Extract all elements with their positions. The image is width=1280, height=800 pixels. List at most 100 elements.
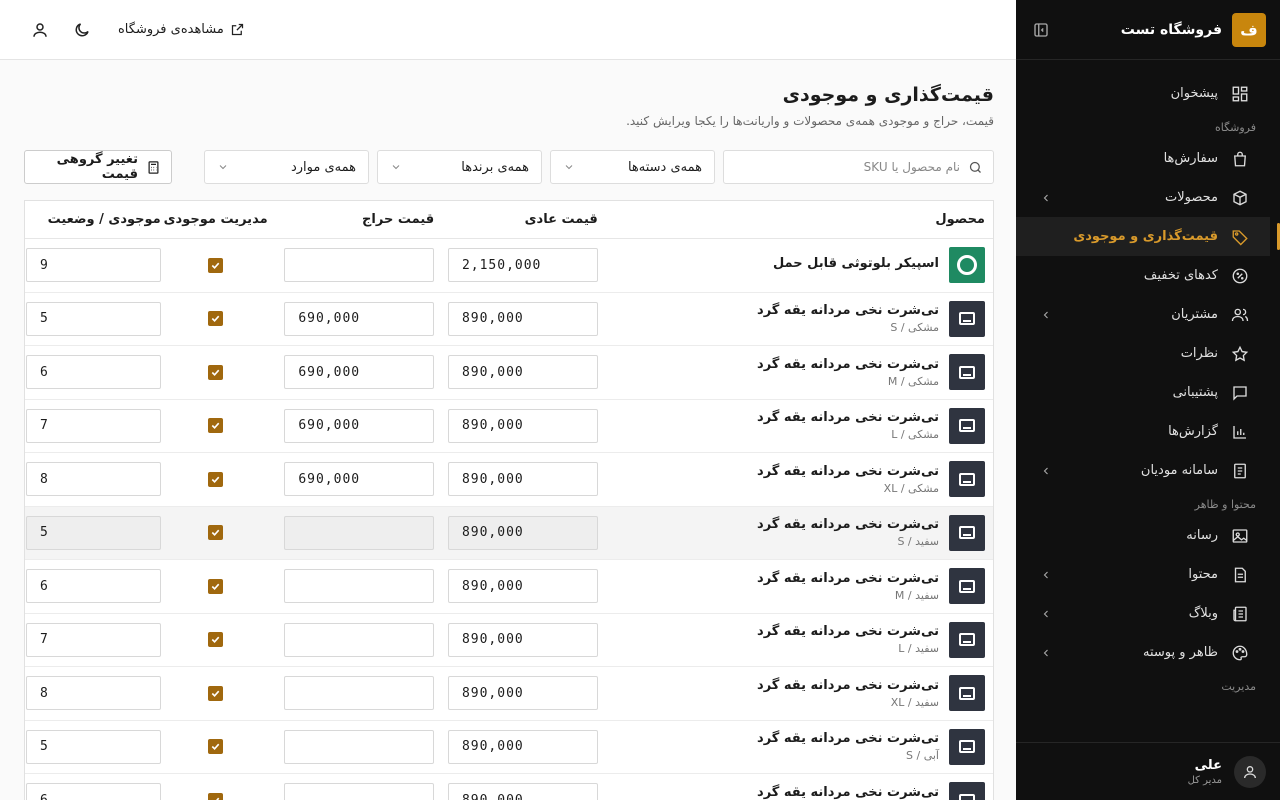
percent-icon [1230,266,1250,286]
brand-select[interactable]: همه‌ی برندها [377,150,542,184]
user-profile[interactable]: علی مدیر کل [1016,742,1280,800]
sale-price-input[interactable]: 690,000 [284,301,435,336]
product-name: تی‌شرت نخی مردانه یقه گرد [757,624,939,640]
sale-price-input[interactable] [284,569,435,604]
category-select[interactable]: همه‌ی دسته‌ها [550,150,715,184]
sidebar-item-products[interactable]: محصولات [1016,178,1270,217]
sidebar-item-orders[interactable]: سفارش‌ها [1016,139,1270,178]
stock-input[interactable]: 8 [25,676,161,711]
sidebar-item-blog[interactable]: وبلاگ [1016,594,1270,633]
product-variant: مشکی / S [890,321,939,335]
sidebar-item-customers[interactable]: مشتریان [1016,295,1270,334]
chevron-down-icon [563,161,575,173]
manage-stock-checkbox[interactable] [208,525,224,541]
stock-input[interactable]: 6 [25,783,161,800]
stock-input[interactable]: 6 [25,355,161,390]
sidebar-item-pricing[interactable]: قیمت‌گذاری و موجودی [1016,217,1280,256]
moon-icon[interactable] [70,18,94,42]
page-subtitle: قیمت، حراج و موجودی همه‌ی محصولات و واری… [626,114,994,128]
sidebar-item-appearance[interactable]: ظاهر و پوسته [1016,633,1270,672]
sidebar-item-support[interactable]: پشتیبانی [1016,373,1270,412]
items-select-value: همه‌ی موارد [290,159,356,175]
product-thumbnail [949,300,985,337]
sale-price-input[interactable] [284,729,435,764]
stock-input[interactable]: 7 [25,622,161,657]
stock-input[interactable]: 5 [25,515,161,550]
manage-stock-checkbox[interactable] [208,418,224,434]
sidebar-item-reports[interactable]: گزارش‌ها [1016,412,1270,451]
header-manage-stock: مدیریت موجودی [163,212,268,227]
user-role: مدیر کل [1187,774,1222,786]
regular-price-input[interactable]: 890,000 [447,569,598,604]
sale-price-input[interactable] [284,248,435,283]
header-regular-price: قیمت عادی [524,212,598,227]
sidebar-label: محتوا [1188,567,1218,582]
manage-stock-checkbox[interactable] [208,792,224,800]
check-icon [212,797,220,800]
regular-price-input[interactable]: 890,000 [447,355,598,390]
manage-stock-checkbox[interactable] [208,364,224,380]
image-icon [1230,526,1250,546]
search-icon [969,161,981,173]
items-select[interactable]: همه‌ی موارد [204,150,369,184]
product-variant: آبی / S [906,749,939,763]
view-store-link[interactable]: مشاهده‌ی فروشگاه [118,22,245,37]
stock-input[interactable]: 5 [25,301,161,336]
regular-price-input[interactable]: 890,000 [447,462,598,497]
collapse-sidebar-icon[interactable] [1030,19,1052,41]
product-name: تی‌شرت نخی مردانه یقه گرد [757,731,939,747]
user-icon[interactable] [28,18,52,42]
product-variant: مشکی / XL [883,481,939,495]
sale-price-input[interactable] [284,515,435,550]
chevron-left-icon [1040,192,1052,204]
product-thumbnail [949,407,985,444]
search-input[interactable]: نام محصول یا SKU [723,150,994,184]
sale-price-input[interactable] [284,783,435,800]
sale-price-input[interactable]: 690,000 [284,408,435,443]
regular-price-input[interactable]: 2,150,000 [447,248,598,283]
manage-stock-checkbox[interactable] [208,578,224,594]
manage-stock-checkbox[interactable] [208,257,224,273]
table-row: اسپیکر بلوتوثی قابل حمل 2,150,000 9 [25,239,993,293]
regular-price-input[interactable]: 890,000 [447,622,598,657]
sale-price-input[interactable]: 690,000 [284,462,435,497]
product-variant: سفید / L [898,642,939,656]
sidebar-item-media[interactable]: رسانه [1016,516,1270,555]
manage-stock-checkbox[interactable] [208,471,224,487]
regular-price-input[interactable]: 890,000 [447,783,598,800]
manage-stock-checkbox[interactable] [208,311,224,327]
product-thumbnail [949,782,985,800]
regular-price-input[interactable]: 890,000 [447,301,598,336]
regular-price-input[interactable]: 890,000 [447,676,598,711]
sale-price-input[interactable] [284,676,435,711]
product-thumbnail [949,514,985,551]
regular-price-input[interactable]: 890,000 [447,729,598,764]
sale-price-input[interactable] [284,622,435,657]
box-icon [1230,188,1250,208]
regular-price-input[interactable]: 890,000 [447,408,598,443]
palette-icon [1230,643,1250,663]
manage-stock-checkbox[interactable] [208,632,224,648]
sidebar-section-content: محتوا و ظاهر [1194,498,1256,511]
tag-icon [1230,227,1250,247]
sidebar-item-moadian[interactable]: سامانه مودیان [1016,451,1270,490]
regular-price-input[interactable]: 890,000 [447,515,598,550]
bar-chart-icon [1230,422,1250,442]
stock-input[interactable]: 6 [25,569,161,604]
bulk-price-change-button[interactable]: تغییر گروهی قیمت [24,150,172,184]
manage-stock-checkbox[interactable] [208,685,224,701]
sidebar-item-content[interactable]: محتوا [1016,555,1270,594]
sale-price-input[interactable]: 690,000 [284,355,435,390]
table-row: تی‌شرت نخی مردانه یقه گرد آبی / M 890,00… [25,774,993,800]
sidebar-item-discounts[interactable]: کدهای تخفیف [1016,256,1270,295]
manage-stock-checkbox[interactable] [208,739,224,755]
stock-input[interactable]: 5 [25,729,161,764]
sidebar-item-reviews[interactable]: نظرات [1016,334,1270,373]
stock-input[interactable]: 9 [25,248,161,283]
check-icon [212,690,220,697]
stock-input[interactable]: 7 [25,408,161,443]
header-sale-price: قیمت حراج [362,212,435,227]
sidebar-item-dashboard[interactable]: پیشخوان [1016,74,1270,113]
stock-input[interactable]: 8 [25,462,161,497]
header-stock-status: موجودی / وضعیت [47,212,161,227]
